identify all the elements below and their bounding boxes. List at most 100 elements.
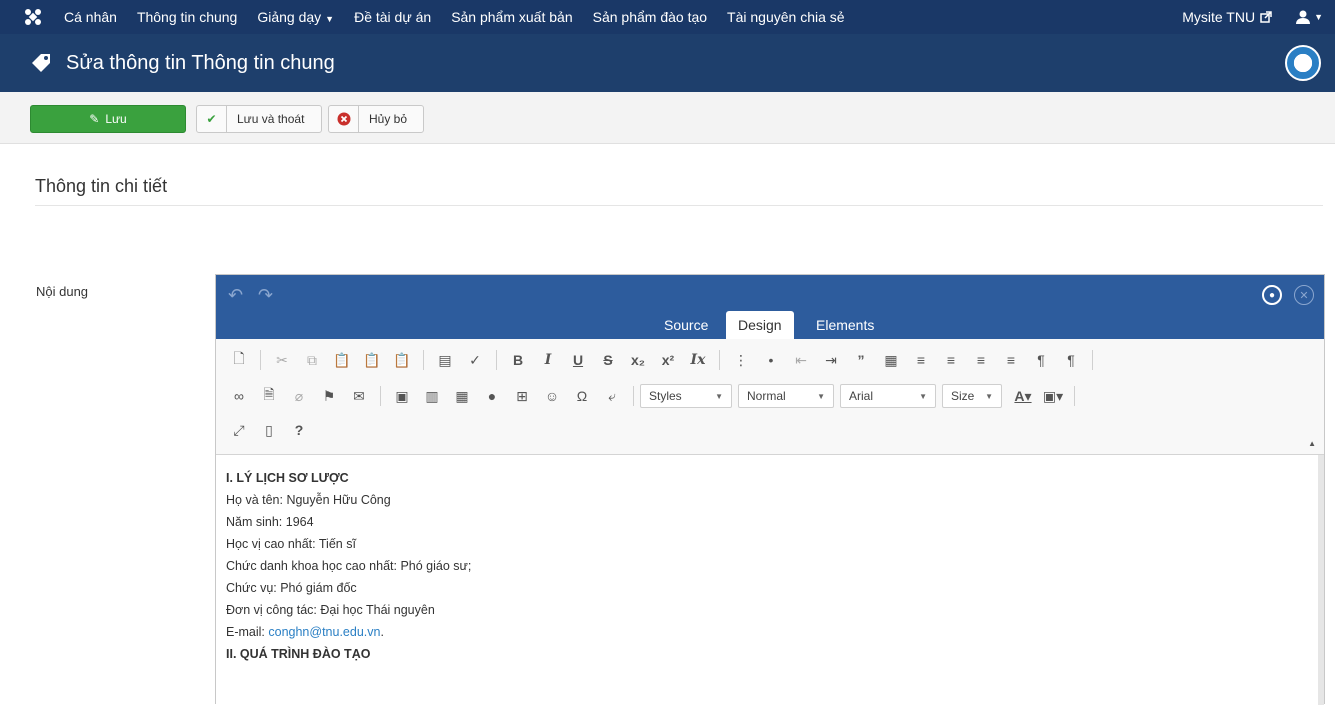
new-document-icon[interactable]: 🗋 <box>224 347 254 373</box>
flash-icon[interactable]: ● <box>477 383 507 409</box>
nav-item-giang-day[interactable]: Giảng dạy ▼ <box>257 9 334 25</box>
size-select[interactable]: Size ▼ <box>942 384 1002 408</box>
tab-design[interactable]: Design <box>726 311 794 339</box>
section-title: Thông tin chi tiết <box>35 176 168 196</box>
action-toolbar: ✎ Lưu ✔ Lưu và thoát Hủy bỏ <box>0 92 1335 144</box>
text-color-icon[interactable]: A▾ <box>1008 383 1038 409</box>
styles-select[interactable]: Styles ▼ <box>640 384 732 408</box>
content-line-email: E-mail: conghn@tnu.edu.vn. <box>226 621 1314 643</box>
maximize-icon[interactable]: ⤢ <box>224 417 254 443</box>
paste-word-icon[interactable]: 📋 <box>387 347 417 373</box>
copy-icon[interactable]: ⧉ <box>297 347 327 373</box>
chevron-down-icon: ▼ <box>985 391 993 401</box>
templates-icon[interactable]: ▤ <box>430 347 460 373</box>
italic-icon[interactable]: I <box>533 347 563 373</box>
separator <box>260 350 261 370</box>
page-break-icon[interactable]: ⤶ <box>597 383 627 409</box>
strikethrough-icon[interactable]: S <box>593 347 623 373</box>
rich-text-editor: ↶ ↷ ● ✕ Source Design Elements 🗋 ✂ ⧉ 📋 📋… <box>215 274 1325 705</box>
nav-item-thong-tin-chung[interactable]: Thông tin chung <box>137 9 237 25</box>
content-line: Học vị cao nhất: Tiến sĩ <box>226 537 356 551</box>
numbered-list-icon[interactable]: ⋮ <box>726 347 756 373</box>
justify-icon[interactable]: ≡ <box>996 347 1026 373</box>
user-menu[interactable]: ▼ <box>1296 10 1323 24</box>
content-heading: I. LÝ LỊCH SƠ LƯỢC <box>226 471 349 485</box>
save-label: Lưu <box>105 112 127 126</box>
link-icon[interactable]: ∞ <box>224 383 254 409</box>
nav-item-de-tai-du-an[interactable]: Đề tài dự án <box>354 9 431 25</box>
undo-icon[interactable]: ↶ <box>228 285 243 306</box>
tab-source[interactable]: Source <box>652 311 720 339</box>
image-icon[interactable]: ▣ <box>387 383 417 409</box>
user-icon <box>1296 10 1311 24</box>
indent-icon[interactable]: ⇥ <box>816 347 846 373</box>
bulleted-list-icon[interactable]: • <box>756 347 786 373</box>
underline-icon[interactable]: U <box>563 347 593 373</box>
unlink-icon[interactable]: ⌀ <box>284 383 314 409</box>
show-blocks-icon[interactable]: ▯ <box>254 417 284 443</box>
font-select[interactable]: Arial ▼ <box>840 384 936 408</box>
mysite-label: Mysite TNU <box>1182 9 1256 25</box>
file-link-icon[interactable]: 🗎 <box>254 383 284 409</box>
format-select[interactable]: Normal ▼ <box>738 384 834 408</box>
nav-item-ca-nhan[interactable]: Cá nhân <box>64 9 117 25</box>
styles-value: Styles <box>649 389 682 403</box>
nav-item-san-pham-xuat-ban[interactable]: Sản phẩm xuất bản <box>451 9 572 25</box>
outdent-icon[interactable]: ⇤ <box>786 347 816 373</box>
special-char-icon[interactable]: Ω <box>567 383 597 409</box>
help-icon[interactable]: ? <box>284 417 314 443</box>
ltr-icon[interactable]: ¶ <box>1026 347 1056 373</box>
bold-icon[interactable]: B <box>503 347 533 373</box>
spellcheck-icon[interactable]: ✓ <box>460 347 490 373</box>
mysite-link[interactable]: Mysite TNU <box>1182 9 1272 25</box>
email-label: E-mail: <box>226 625 269 639</box>
smiley-icon[interactable]: ☺ <box>537 383 567 409</box>
divider <box>35 205 1323 206</box>
email-link[interactable]: conghn@tnu.edu.vn <box>268 625 380 639</box>
close-icon[interactable]: ✕ <box>1294 285 1314 305</box>
email-icon[interactable]: ✉ <box>344 383 374 409</box>
content-line: Họ và tên: Nguyễn Hữu Công <box>226 493 391 507</box>
cancel-label: Hủy bỏ <box>369 112 408 126</box>
editor-toolbar: 🗋 ✂ ⧉ 📋 📋 📋 ▤ ✓ B I U S x₂ x² Ix ⋮ • ⇤ ⇥… <box>216 339 1324 455</box>
align-right-icon[interactable]: ≡ <box>966 347 996 373</box>
tag-icon <box>32 54 50 72</box>
check-icon: ✔ <box>197 106 227 132</box>
separator <box>423 350 424 370</box>
cancel-button[interactable]: Hủy bỏ <box>328 105 424 133</box>
cut-icon[interactable]: ✂ <box>267 347 297 373</box>
align-center-icon[interactable]: ≡ <box>936 347 966 373</box>
blockquote-icon[interactable]: ” <box>846 347 876 373</box>
remove-format-icon[interactable]: Ix <box>683 347 713 373</box>
subscript-icon[interactable]: x₂ <box>623 347 653 373</box>
div-container-icon[interactable]: ▦ <box>876 347 906 373</box>
nav-item-san-pham-dao-tao[interactable]: Sản phẩm đào tạo <box>593 9 707 25</box>
chevron-down-icon: ▼ <box>715 391 723 401</box>
joomla-logo-icon[interactable] <box>16 0 50 34</box>
format-value: Normal <box>747 389 786 403</box>
paste-text-icon[interactable]: 📋 <box>357 347 387 373</box>
paste-icon[interactable]: 📋 <box>327 347 357 373</box>
nav-item-tai-nguyen-chia-se[interactable]: Tài nguyên chia sẻ <box>727 9 845 25</box>
background-color-icon[interactable]: ▣▾ <box>1038 383 1068 409</box>
scrollbar[interactable] <box>1318 455 1324 705</box>
rtl-icon[interactable]: ¶ <box>1056 347 1086 373</box>
superscript-icon[interactable]: x² <box>653 347 683 373</box>
redo-icon[interactable]: ↷ <box>258 285 273 306</box>
collapse-toolbar-icon[interactable]: ▲ <box>1308 439 1316 448</box>
tab-elements[interactable]: Elements <box>804 311 886 339</box>
toolbar-row: ∞ 🗎 ⌀ ⚑ ✉ ▣ ▥ ▦ ● ⊞ ☺ Ω ⤶ Styles ▼ Normal… <box>224 381 1081 411</box>
save-button[interactable]: ✎ Lưu <box>30 105 186 133</box>
nav-right: Mysite TNU ▼ <box>1182 0 1335 34</box>
size-value: Size <box>951 389 975 403</box>
anchor-flag-icon[interactable]: ⚑ <box>314 383 344 409</box>
media-icon[interactable]: ▥ <box>417 383 447 409</box>
table-icon[interactable]: ⊞ <box>507 383 537 409</box>
chevron-down-icon: ▼ <box>919 391 927 401</box>
editor-content[interactable]: I. LÝ LỊCH SƠ LƯỢC Họ và tên: Nguyễn Hữu… <box>216 455 1324 705</box>
search-icon[interactable]: ● <box>1262 285 1282 305</box>
edit-icon: ✎ <box>89 112 100 126</box>
align-left-icon[interactable]: ≡ <box>906 347 936 373</box>
save-and-close-button[interactable]: ✔ Lưu và thoát <box>196 105 322 133</box>
gallery-icon[interactable]: ▦ <box>447 383 477 409</box>
